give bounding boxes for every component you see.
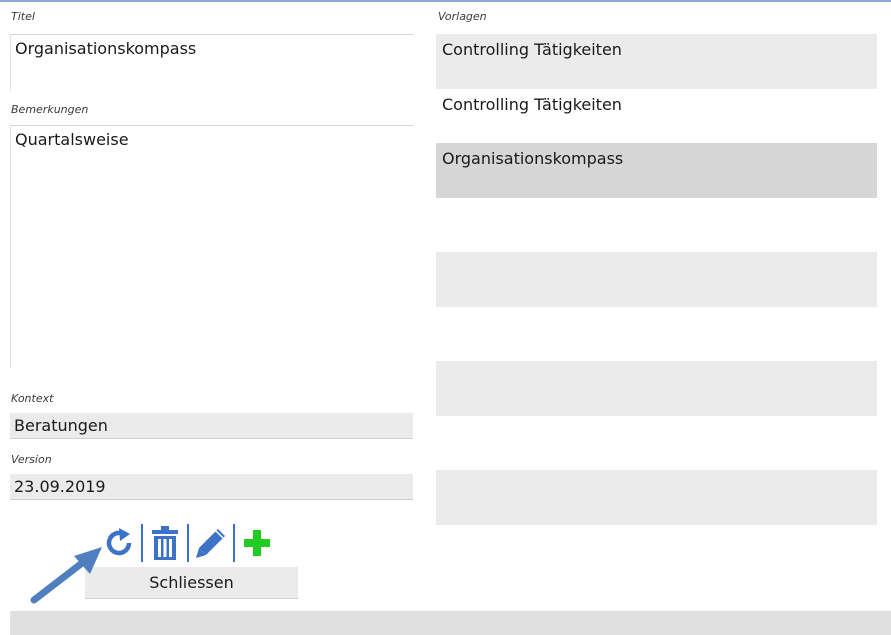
vorlage-item[interactable]: Controlling Tätigkeiten (436, 34, 877, 89)
vorlagen-label: Vorlagen (438, 10, 487, 23)
toolbar (98, 522, 278, 564)
vorlage-item[interactable] (436, 361, 877, 416)
toolbar-separator (233, 524, 235, 562)
titel-field[interactable]: Organisationskompass (10, 34, 413, 91)
top-border (0, 0, 891, 2)
bemerkungen-label: Bemerkungen (11, 103, 89, 116)
bemerkungen-field[interactable]: Quartalsweise (10, 125, 413, 368)
vorlage-item[interactable] (436, 470, 877, 525)
version-field: 23.09.2019 (10, 474, 413, 500)
vorlage-item[interactable]: Controlling Tätigkeiten (436, 89, 877, 144)
kontext-label: Kontext (11, 392, 54, 405)
trash-icon[interactable] (144, 522, 186, 564)
annotation-arrow-icon (30, 547, 102, 604)
toolbar-separator (141, 524, 143, 562)
pencil-icon[interactable] (190, 522, 232, 564)
kontext-field: Beratungen (10, 413, 413, 439)
footer-bar (10, 611, 891, 635)
vorlage-item[interactable] (436, 416, 877, 471)
vorlage-item[interactable] (436, 198, 877, 253)
vorlage-item[interactable] (436, 252, 877, 307)
vorlage-item-selected[interactable]: Organisationskompass (436, 143, 877, 198)
version-label: Version (11, 453, 52, 466)
plus-icon[interactable] (236, 522, 278, 564)
vorlage-item[interactable] (436, 307, 877, 362)
titel-label: Titel (11, 10, 35, 23)
close-button[interactable]: Schliessen (85, 567, 298, 599)
toolbar-separator (187, 524, 189, 562)
